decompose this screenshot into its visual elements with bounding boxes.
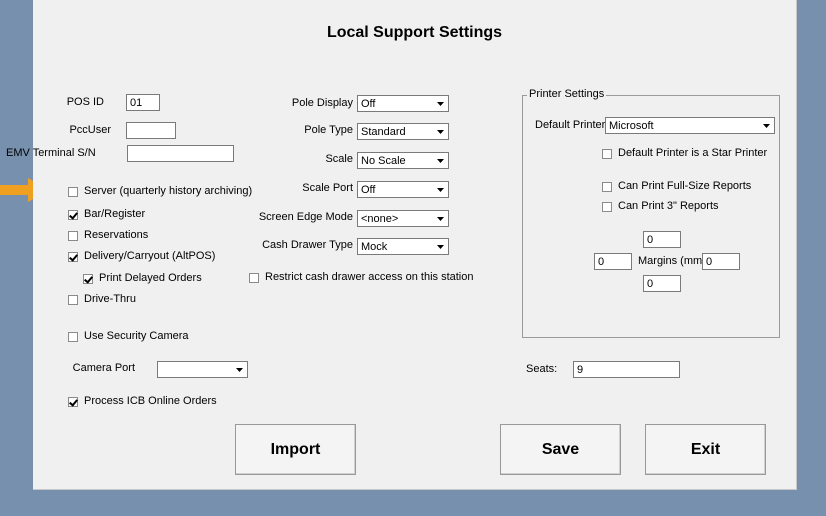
dropdown-arrow-icon[interactable] <box>434 97 447 110</box>
security-camera-checkbox-box[interactable] <box>68 331 78 342</box>
margin-left-input[interactable]: 0 <box>594 253 632 270</box>
scale-port-label: Scale Port <box>302 182 353 194</box>
bar-register-checkbox-box[interactable] <box>68 209 78 220</box>
page-title: Local Support Settings <box>326 24 503 41</box>
pole-type-label: Pole Type <box>304 124 353 136</box>
save-button[interactable]: Save <box>500 424 621 475</box>
margin-top-input[interactable]: 0 <box>643 231 681 248</box>
emv-terminal-input[interactable] <box>127 145 234 162</box>
dropdown-arrow-icon[interactable] <box>434 240 447 253</box>
import-button[interactable]: Import <box>235 424 356 475</box>
reservations-checkbox[interactable]: Reservations <box>68 229 148 242</box>
default-printer-select[interactable]: Microsoft <box>605 117 775 134</box>
scale-label: Scale <box>325 153 353 165</box>
printer-settings-label: Printer Settings <box>527 88 607 101</box>
pccuser-input[interactable] <box>126 122 176 139</box>
pole-display-label: Pole Display <box>291 97 353 109</box>
default-printer-label: Default Printer <box>535 119 606 131</box>
drive-thru-checkbox-box[interactable] <box>68 294 78 305</box>
star-printer-checkbox[interactable]: Default Printer is a Star Printer <box>602 147 767 160</box>
screen-edge-select[interactable]: <none> <box>357 210 449 227</box>
camera-port-select[interactable] <box>157 361 248 378</box>
seats-input[interactable]: 9 <box>573 361 680 378</box>
camera-port-label: Camera Port <box>72 362 135 374</box>
dropdown-arrow-icon[interactable] <box>434 212 447 225</box>
exit-button[interactable]: Exit <box>645 424 766 475</box>
drive-thru-checkbox[interactable]: Drive-Thru <box>68 293 136 306</box>
reservations-checkbox-box[interactable] <box>68 230 78 241</box>
server-checkbox[interactable]: Server (quarterly history archiving) <box>68 185 252 198</box>
security-camera-checkbox[interactable]: Use Security Camera <box>68 330 189 343</box>
print-delayed-orders-checkbox[interactable]: Print Delayed Orders <box>83 272 202 285</box>
pccuser-label: PccUser <box>69 124 111 136</box>
margin-bottom-input[interactable]: 0 <box>643 275 681 292</box>
print-delayed-orders-checkbox-box[interactable] <box>83 273 93 284</box>
process-icb-checkbox-box[interactable] <box>68 396 78 407</box>
full-size-reports-checkbox[interactable]: Can Print Full-Size Reports <box>602 180 751 193</box>
dropdown-arrow-icon[interactable] <box>233 363 246 376</box>
emv-terminal-label: EMV Terminal S/N <box>6 147 96 159</box>
dropdown-arrow-icon[interactable] <box>434 154 447 167</box>
dropdown-arrow-icon[interactable] <box>760 119 773 132</box>
margins-label: Margins (mm) <box>638 255 706 267</box>
settings-window: Local Support Settings POS ID 01 PccUser… <box>6 0 797 490</box>
scale-select[interactable]: No Scale <box>357 152 449 169</box>
dropdown-arrow-icon[interactable] <box>434 125 447 138</box>
margin-right-input[interactable]: 0 <box>702 253 740 270</box>
seats-label: Seats: <box>526 363 558 375</box>
dropdown-arrow-icon[interactable] <box>434 183 447 196</box>
restrict-drawer-checkbox-box[interactable] <box>249 272 259 283</box>
three-inch-reports-checkbox-box[interactable] <box>602 201 612 212</box>
process-icb-checkbox[interactable]: Process ICB Online Orders <box>68 395 217 408</box>
pos-id-input[interactable]: 01 <box>126 94 160 111</box>
three-inch-reports-checkbox[interactable]: Can Print 3" Reports <box>602 200 719 213</box>
cash-drawer-select[interactable]: Mock <box>357 238 449 255</box>
delivery-carryout-checkbox[interactable]: Delivery/Carryout (AltPOS) <box>68 250 215 263</box>
scale-port-select[interactable]: Off <box>357 181 449 198</box>
screen-edge-label: Screen Edge Mode <box>258 211 353 223</box>
pole-display-select[interactable]: Off <box>357 95 449 112</box>
cash-drawer-label: Cash Drawer Type <box>262 239 353 251</box>
server-checkbox-box[interactable] <box>68 186 78 197</box>
full-size-reports-checkbox-box[interactable] <box>602 181 612 192</box>
pole-type-select[interactable]: Standard <box>357 123 449 140</box>
delivery-carryout-checkbox-box[interactable] <box>68 251 78 262</box>
bar-register-checkbox[interactable]: Bar/Register <box>68 208 145 221</box>
star-printer-checkbox-box[interactable] <box>602 148 612 159</box>
restrict-drawer-checkbox[interactable]: Restrict cash drawer access on this stat… <box>249 271 473 284</box>
pos-id-label: POS ID <box>66 96 104 108</box>
